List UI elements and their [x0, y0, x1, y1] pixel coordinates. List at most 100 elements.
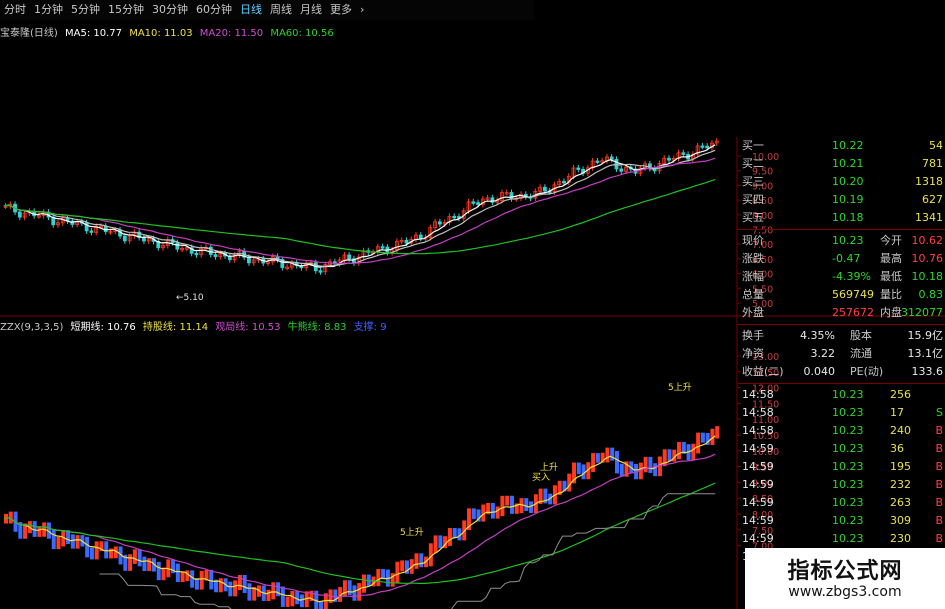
ma5-value: MA5: 10.77 — [65, 28, 123, 39]
zzx-bull-line — [3, 482, 716, 584]
zzx-block — [352, 585, 357, 601]
zzx-block — [696, 432, 701, 454]
zzx-block — [271, 582, 276, 600]
tick-volume: 256 — [890, 388, 911, 401]
order-book-row[interactable]: 买二 10.21 781 — [738, 155, 945, 173]
period-tab-1[interactable]: 1分钟 — [30, 0, 67, 20]
divider — [738, 383, 945, 384]
zzx-block — [362, 574, 366, 593]
quote-row: 现价 10.23 今开 10.62 — [738, 232, 945, 250]
quote-label: 现价 — [742, 234, 764, 247]
tick-row: 14:59 10.23 309 B — [738, 512, 945, 530]
tick-row: 14:59 10.23 263 B — [738, 494, 945, 512]
zzx-swing: 持股线: 11.14 — [142, 322, 209, 333]
candle-body — [595, 160, 600, 163]
tick-time: 14:58 — [742, 406, 774, 419]
quote-row: 涨幅 -4.39% 最低 10.18 — [738, 268, 945, 286]
fund-value: 133.6 — [911, 365, 944, 378]
order-volume: 781 — [922, 157, 943, 170]
candle-body — [476, 202, 480, 205]
period-tab-3[interactable]: 15分钟 — [104, 0, 148, 20]
zzx-block — [357, 583, 362, 601]
fund-label: 换手 — [742, 329, 764, 342]
fundamental-row: 净资 3.22 流通 13.1亿 — [738, 345, 945, 363]
tick-flag: B — [935, 532, 943, 545]
candle-body — [700, 145, 705, 148]
quote-value: 10.23 — [832, 234, 864, 247]
ma60-value: MA60: 10.56 — [270, 28, 334, 39]
period-tab-8[interactable]: 月线 — [296, 0, 326, 20]
tick-row: 14:58 10.23 17 S — [738, 404, 945, 422]
quote-value: 569749 — [832, 288, 874, 301]
fund-label: 收益(二) — [742, 365, 784, 378]
zzx-block — [175, 563, 180, 583]
rise-label: 5上升 — [400, 527, 424, 538]
order-book-row[interactable]: 买五 10.18 1341 — [738, 209, 945, 227]
candle-body — [619, 168, 624, 172]
tick-time: 14:59 — [742, 442, 774, 455]
candle-body — [194, 252, 199, 256]
buy-label: 买入 — [532, 472, 550, 483]
period-tab-6[interactable]: 日线 — [236, 0, 266, 20]
fundamental-row: 收益(二) 0.040 PE(动) 133.6 — [738, 363, 945, 381]
candle-body — [404, 239, 409, 244]
zzx-trend-line — [3, 453, 716, 598]
quote-value: 10.62 — [911, 234, 944, 247]
order-book-row[interactable]: 买三 10.20 1318 — [738, 173, 945, 191]
zzx-block — [56, 536, 61, 550]
period-tab-2[interactable]: 5分钟 — [67, 0, 104, 20]
zzx-block — [447, 528, 452, 546]
order-book-row[interactable]: 买一 10.22 54 — [738, 137, 945, 155]
quote-row: 涨跌 -0.47 最高 10.76 — [738, 250, 945, 268]
rise-label: 5上升 — [668, 382, 692, 393]
zzx-block — [500, 495, 505, 517]
divider — [738, 229, 945, 230]
candle-body — [142, 237, 146, 242]
candle-body — [418, 234, 423, 239]
zzx-block — [185, 570, 190, 582]
zzx-block — [37, 527, 42, 537]
period-tab-10[interactable]: › — [356, 0, 368, 20]
zzx-block — [137, 549, 142, 567]
zzx-block — [242, 574, 247, 593]
tick-row: 14:59 10.23 232 B — [738, 476, 945, 494]
fund-value: 3.22 — [810, 347, 836, 360]
order-label: 买一 — [742, 139, 764, 152]
order-volume: 1341 — [915, 211, 943, 224]
zzx-block — [610, 447, 615, 461]
candle-body — [247, 256, 251, 264]
zzx-block — [233, 580, 238, 597]
period-tab-4[interactable]: 30分钟 — [148, 0, 192, 20]
tick-flag: B — [935, 442, 943, 455]
tick-time: 14:59 — [742, 496, 774, 509]
tick-price: 10.23 — [832, 514, 864, 527]
period-tab-9[interactable]: 更多 — [326, 0, 356, 20]
tick-row: 14:59 10.23 195 B — [738, 458, 945, 476]
fund-value: 4.35% — [800, 329, 835, 342]
quote-label: 总量 — [742, 288, 764, 301]
period-tab-0[interactable]: 分时 — [0, 0, 30, 20]
quote-value: -0.47 — [832, 252, 861, 265]
candle-body — [471, 201, 476, 204]
quote-value: 312077 — [901, 306, 943, 319]
tick-price: 10.23 — [832, 388, 864, 401]
period-tab-7[interactable]: 周线 — [266, 0, 296, 20]
order-label: 买五 — [742, 211, 764, 224]
zzx-block — [490, 502, 495, 519]
zzx-block — [218, 578, 223, 593]
zzx-block — [400, 560, 405, 572]
candle-body — [318, 270, 323, 273]
fund-value: 0.040 — [803, 365, 836, 378]
zzx-block — [104, 541, 109, 559]
tick-flag: B — [935, 478, 943, 491]
candle-body — [17, 211, 22, 218]
candle-body — [705, 145, 710, 149]
tick-volume: 232 — [890, 478, 911, 491]
tick-price: 10.23 — [832, 532, 864, 545]
tick-volume: 230 — [890, 532, 911, 545]
zzx-name: ZZX(9,3,3,5) — [0, 322, 64, 333]
tick-row: 14:59 10.23 36 B — [738, 440, 945, 458]
tick-time: 14:59 — [742, 514, 774, 527]
order-book-row[interactable]: 买四 10.19 627 — [738, 191, 945, 209]
period-tab-5[interactable]: 60分钟 — [192, 0, 236, 20]
